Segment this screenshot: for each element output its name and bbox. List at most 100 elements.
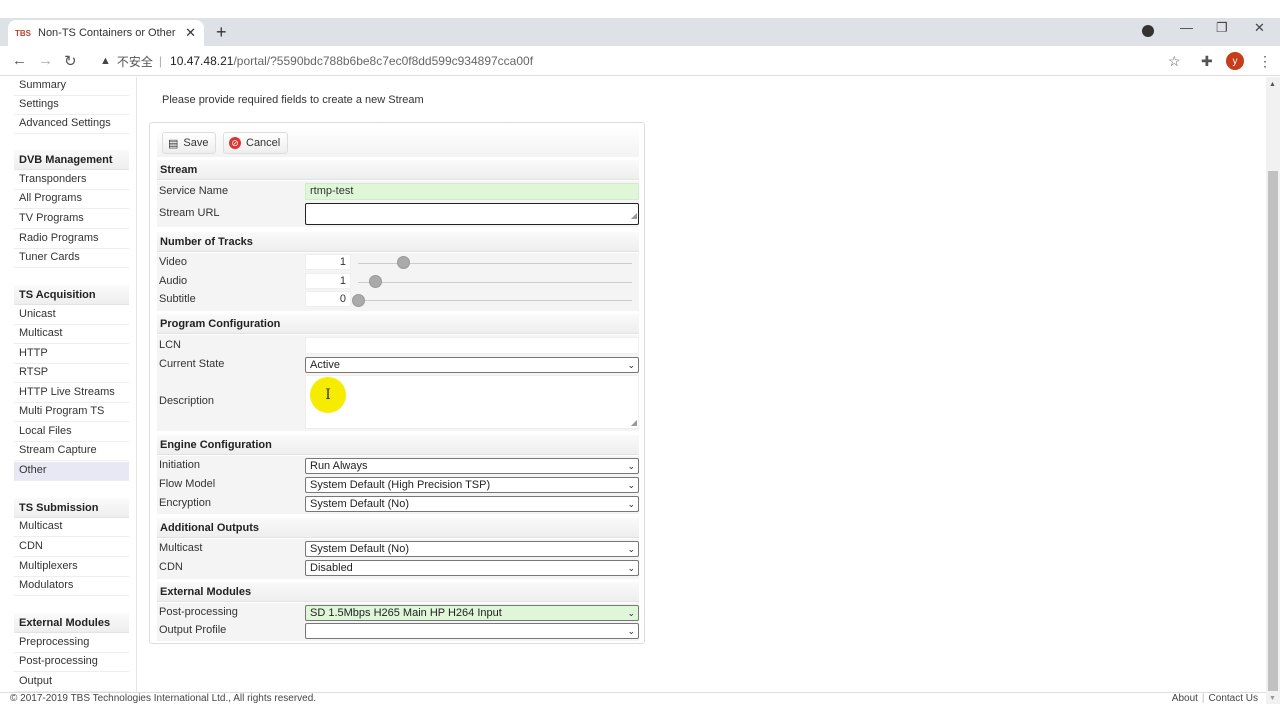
page-content: Summary Settings Advanced Settings DVB M… (0, 77, 1266, 692)
new-tab-button[interactable]: + (216, 22, 227, 43)
output-profile-select[interactable]: ⌄ (305, 623, 639, 639)
multicast-value: System Default (No) (310, 543, 410, 555)
sidebar-group-dvb-management: DVB Management (14, 150, 129, 170)
tbs-favicon-icon: TBS (15, 28, 31, 38)
page-scrollbar[interactable]: ▲ ▼ (1266, 77, 1280, 704)
section-additional-outputs: Additional Outputs (157, 518, 639, 538)
sidebar-item-all-programs[interactable]: All Programs (14, 190, 129, 209)
description-textarea[interactable]: ◢ (305, 375, 639, 429)
reload-icon[interactable]: ↻ (64, 52, 77, 70)
sidebar-item-modulators[interactable]: Modulators (14, 577, 129, 596)
sidebar-item-stream-capture[interactable]: Stream Capture (14, 442, 129, 461)
scroll-down-icon[interactable]: ▼ (1269, 695, 1276, 702)
audio-tracks-input[interactable]: 1 (305, 273, 351, 289)
video-slider-thumb[interactable] (397, 256, 410, 269)
sidebar-item-tv-programs[interactable]: TV Programs (14, 210, 129, 229)
profile-avatar[interactable]: y (1226, 52, 1244, 70)
about-link[interactable]: About (1172, 693, 1198, 704)
chevron-down-icon: ⌄ (627, 360, 635, 370)
cancel-button[interactable]: ⊘ Cancel (223, 132, 289, 154)
chevron-down-icon: ⌄ (627, 461, 635, 471)
sidebar-item-http-live-streams[interactable]: HTTP Live Streams (14, 384, 129, 403)
audio-slider-thumb[interactable] (369, 275, 382, 288)
flow-model-value: System Default (High Precision TSP) (310, 479, 491, 491)
tab-close-icon[interactable]: ✕ (185, 25, 196, 41)
sidebar-group-ts-acquisition: TS Acquisition (14, 285, 129, 305)
lcn-input[interactable] (305, 337, 639, 354)
post-processing-select[interactable]: SD 1.5Mbps H265 Main HP H264 Input ⌄ (305, 605, 639, 621)
sidebar-item-multi-program-ts[interactable]: Multi Program TS (14, 403, 129, 422)
url-path: /portal/?5590bdc788b6be8c7ec0f8dd599c934… (233, 54, 534, 68)
sidebar-item-radio-programs[interactable]: Radio Programs (14, 230, 129, 249)
form-toolbar: ▤ Save ⊘ Cancel (157, 127, 639, 157)
warning-icon: ▲ (100, 55, 111, 67)
sidebar-item-multicast[interactable]: Multicast (14, 325, 129, 344)
sidebar-item-other[interactable]: Other (14, 462, 129, 481)
sidebar-item-cdn[interactable]: CDN (14, 538, 129, 557)
contact-us-link[interactable]: Contact Us (1209, 693, 1258, 704)
stream-url-input[interactable]: ◢ (305, 203, 639, 225)
sidebar-item-settings[interactable]: Settings (14, 96, 129, 115)
flow-model-select[interactable]: System Default (High Precision TSP) ⌄ (305, 477, 639, 493)
service-name-label: Service Name (159, 185, 229, 197)
sidebar-item-rtsp[interactable]: RTSP (14, 364, 129, 383)
sidebar-item-unicast[interactable]: Unicast (14, 306, 129, 325)
audio-label: Audio (159, 275, 188, 287)
initiation-select[interactable]: Run Always ⌄ (305, 458, 639, 474)
back-icon[interactable]: ← (12, 52, 27, 69)
sidebar-item-multiplexers[interactable]: Multiplexers (14, 558, 129, 577)
subtitle-slider-thumb[interactable] (352, 294, 365, 307)
copyright-text: © 2017-2019 TBS Technologies Internation… (10, 693, 317, 704)
current-state-select[interactable]: Active ⌄ (305, 357, 639, 373)
chevron-down-icon: ⌄ (627, 626, 635, 636)
chevron-down-icon: ⌄ (627, 480, 635, 490)
multicast-select[interactable]: System Default (No) ⌄ (305, 541, 639, 557)
sidebar-item-summary[interactable]: Summary (14, 77, 129, 96)
service-name-input[interactable]: rtmp-test (305, 183, 639, 200)
chevron-down-icon: ⌄ (627, 499, 635, 509)
video-tracks-input[interactable]: 1 (305, 254, 351, 270)
tab-search-icon[interactable] (1142, 25, 1154, 37)
current-state-label: Current State (159, 358, 225, 370)
sidebar-item-tuner-cards[interactable]: Tuner Cards (14, 249, 129, 268)
address-bar[interactable]: ▲ 不安全 | 10.47.48.21 /portal/?5590bdc788b… (90, 49, 1190, 73)
browser-tab[interactable]: TBS Non-TS Containers or Other P ✕ (8, 20, 204, 46)
sidebar-item-output[interactable]: Output (14, 673, 129, 692)
forward-icon[interactable]: → (38, 52, 53, 69)
sidebar-item-submission-multicast[interactable]: Multicast (14, 518, 129, 537)
save-label: Save (183, 137, 209, 149)
resize-handle-icon[interactable]: ◢ (631, 208, 637, 223)
encryption-select[interactable]: System Default (No) ⌄ (305, 496, 639, 512)
scroll-up-icon[interactable]: ▲ (1269, 81, 1276, 88)
cdn-select[interactable]: Disabled ⌄ (305, 560, 639, 576)
minimize-icon[interactable]: — (1180, 20, 1193, 35)
cancel-label: Cancel (246, 137, 281, 149)
audio-slider-track[interactable] (358, 282, 632, 283)
maximize-icon[interactable]: ❐ (1216, 20, 1228, 36)
menu-kebab-icon[interactable]: ⋮ (1258, 53, 1272, 70)
extensions-puzzle-icon[interactable]: ✚ (1201, 53, 1213, 70)
sidebar-item-advanced-settings[interactable]: Advanced Settings (14, 115, 129, 134)
sidebar-item-post-processing[interactable]: Post-processing (14, 653, 129, 672)
section-stream: Stream (157, 160, 639, 180)
save-button[interactable]: ▤ Save (162, 132, 217, 154)
footer: © 2017-2019 TBS Technologies Internation… (0, 692, 1266, 704)
window-close-icon[interactable]: ✕ (1254, 20, 1265, 36)
initiation-label: Initiation (159, 459, 200, 471)
sidebar-item-http[interactable]: HTTP (14, 345, 129, 364)
sidebar-item-local-files[interactable]: Local Files (14, 423, 129, 442)
cdn-value: Disabled (310, 562, 353, 574)
subtitle-tracks-input[interactable]: 0 (305, 291, 351, 307)
flow-model-label: Flow Model (159, 478, 216, 490)
sidebar-item-transponders[interactable]: Transponders (14, 171, 129, 190)
bookmark-star-icon[interactable]: ☆ (1168, 53, 1181, 70)
intro-text: Please provide required fields to create… (162, 94, 424, 106)
sidebar-item-preprocessing[interactable]: Preprocessing (14, 634, 129, 653)
scrollbar-thumb[interactable] (1268, 171, 1278, 691)
resize-handle-icon[interactable]: ◢ (631, 418, 637, 427)
subtitle-slider-track[interactable] (358, 300, 632, 301)
browser-toolbar: ← → ↻ ▲ 不安全 | 10.47.48.21 /portal/?5590b… (0, 46, 1280, 76)
text-cursor-icon: I (310, 377, 346, 413)
post-processing-label: Post-processing (159, 606, 238, 618)
tab-title: Non-TS Containers or Other P (38, 27, 180, 39)
